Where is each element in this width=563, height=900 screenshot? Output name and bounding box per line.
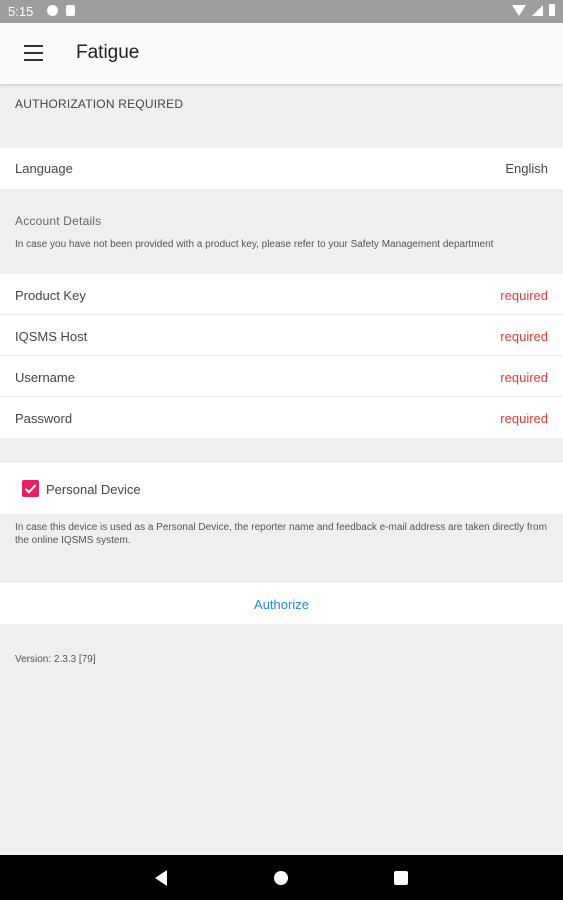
iqsms-host-row[interactable]: IQSMS Host required: [0, 315, 563, 356]
password-label: Password: [15, 411, 73, 426]
account-details-note: In case you have not been provided with …: [15, 239, 494, 250]
iqsms-host-value: required: [500, 329, 548, 344]
username-value: required: [500, 370, 548, 385]
product-key-value: required: [500, 288, 548, 303]
wifi-icon: [512, 4, 526, 16]
version-text: Version: 2.3.3 [79]: [15, 654, 96, 665]
authorization-header: AUTHORIZATION REQUIRED: [15, 97, 184, 111]
menu-icon[interactable]: [24, 45, 43, 61]
home-icon[interactable]: [274, 871, 288, 885]
account-details-header: Account Details: [15, 214, 102, 228]
password-row[interactable]: Password required: [0, 397, 563, 438]
product-key-label: Product Key: [15, 288, 86, 303]
app-title: Fatigue: [76, 42, 140, 63]
personal-device-checkbox[interactable]: [22, 480, 39, 497]
authorize-row: Authorize: [0, 583, 563, 624]
language-row[interactable]: Language English: [0, 148, 563, 189]
sd-card-icon: [66, 5, 75, 16]
recent-apps-icon[interactable]: [394, 871, 408, 885]
personal-device-row[interactable]: Personal Device: [0, 463, 563, 514]
status-time: 5:15: [8, 4, 34, 19]
language-value: English: [505, 161, 548, 176]
signal-icon: [532, 4, 543, 16]
navigation-bar: [0, 855, 563, 900]
iqsms-host-label: IQSMS Host: [15, 329, 88, 344]
language-label: Language: [15, 161, 73, 176]
back-icon[interactable]: [155, 870, 167, 886]
password-value: required: [500, 411, 548, 426]
app-bar: Fatigue: [0, 23, 563, 84]
personal-device-note: In case this device is used as a Persona…: [15, 522, 547, 546]
status-bar: 5:15: [0, 0, 563, 23]
notification-icon: [47, 5, 58, 16]
checkmark-icon: [24, 484, 37, 494]
battery-icon: [549, 4, 555, 16]
authorize-button[interactable]: Authorize: [0, 597, 563, 612]
product-key-row[interactable]: Product Key required: [0, 274, 563, 315]
personal-device-label: Personal Device: [46, 482, 141, 497]
username-label: Username: [15, 370, 75, 385]
username-row[interactable]: Username required: [0, 356, 563, 397]
